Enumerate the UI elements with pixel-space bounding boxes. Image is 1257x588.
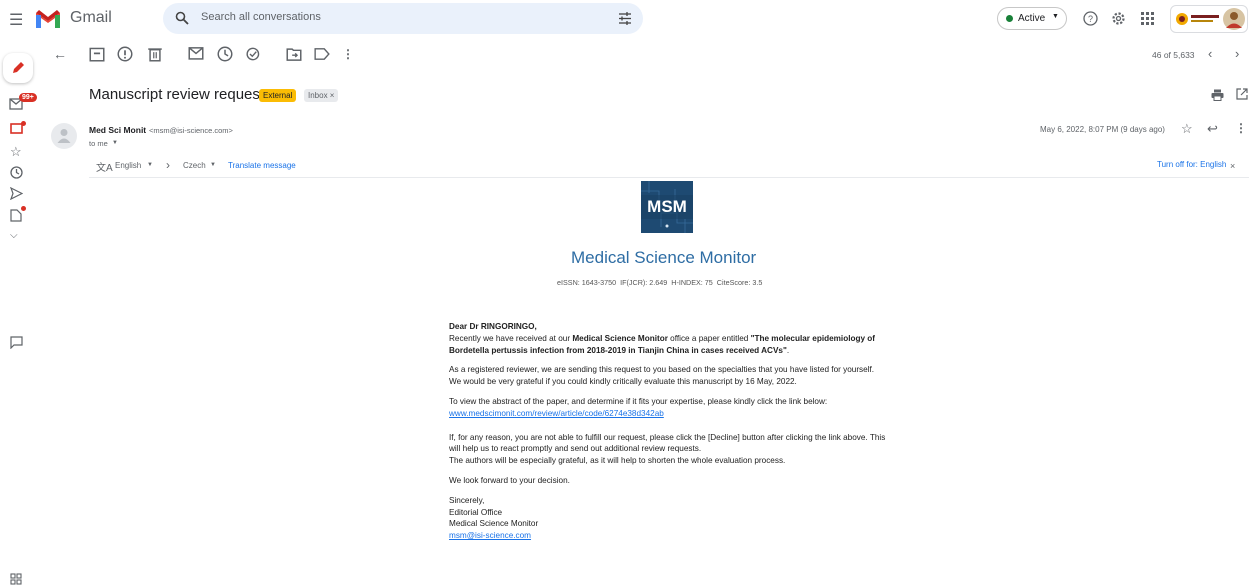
signature-sincerely: Sincerely, bbox=[449, 495, 485, 505]
university-logo-icon bbox=[1176, 13, 1219, 25]
gmail-logo-icon[interactable] bbox=[35, 9, 61, 29]
more-options-icon[interactable]: ⋮ bbox=[340, 46, 356, 62]
paragraph-authors: The authors will be especially grateful,… bbox=[449, 456, 786, 466]
review-article-link[interactable]: www.medscimonit.com/review/article/code/… bbox=[449, 409, 664, 418]
drafts-notification-dot bbox=[21, 206, 26, 211]
settings-gear-icon[interactable] bbox=[1111, 11, 1126, 26]
signature-email-link[interactable]: msm@isi-science.com bbox=[449, 531, 531, 540]
report-spam-icon[interactable] bbox=[117, 46, 133, 62]
from-chevron-down-icon[interactable]: ▼ bbox=[147, 162, 153, 168]
email-subject: Manuscript review request bbox=[89, 86, 265, 103]
drafts-icon[interactable] bbox=[10, 209, 22, 222]
search-icon[interactable] bbox=[175, 11, 189, 25]
app-name: Gmail bbox=[70, 9, 112, 26]
signature-office: Editorial Office bbox=[449, 507, 503, 517]
add-task-icon[interactable] bbox=[246, 46, 262, 62]
paragraph-abstract: To view the abstract of the paper, and d… bbox=[449, 396, 828, 406]
label-inbox[interactable]: Inbox × bbox=[304, 89, 339, 102]
clock-icon[interactable] bbox=[10, 166, 23, 179]
arrow-right-icon: › bbox=[166, 158, 170, 172]
translate-icon: 文A bbox=[96, 163, 113, 174]
top-bar: ☰ Gmail Search all conversations Active … bbox=[0, 0, 1257, 38]
chevron-down-icon: ▼ bbox=[1052, 13, 1059, 20]
print-icon[interactable] bbox=[1211, 89, 1224, 101]
close-translate-icon[interactable]: × bbox=[1230, 161, 1235, 171]
delete-trash-icon[interactable] bbox=[147, 46, 163, 62]
help-icon[interactable]: ? bbox=[1083, 11, 1098, 26]
journal-logo: MSM bbox=[641, 181, 693, 233]
paragraph-closing: We look forward to your decision. bbox=[449, 475, 570, 485]
sender-avatar[interactable] bbox=[51, 123, 77, 149]
turn-off-translate-link[interactable]: Turn off for: English bbox=[1157, 160, 1226, 169]
paragraph-decline: If, for any reason, you are not able to … bbox=[449, 432, 886, 454]
more-chevron-icon[interactable]: ⌵ bbox=[10, 230, 18, 241]
move-to-icon[interactable] bbox=[286, 46, 302, 62]
spaces-chat-icon[interactable] bbox=[10, 336, 23, 349]
search-bar[interactable]: Search all conversations bbox=[163, 3, 643, 34]
to-chevron-down-icon[interactable]: ▼ bbox=[210, 162, 216, 168]
main-menu-icon[interactable]: ☰ bbox=[9, 10, 23, 30]
status-label: Active bbox=[1018, 13, 1046, 24]
compose-button[interactable] bbox=[3, 53, 33, 83]
avatar[interactable] bbox=[1223, 8, 1245, 30]
journal-title: Medical Science Monitor bbox=[571, 248, 757, 267]
status-selector[interactable]: Active ▼ bbox=[997, 7, 1067, 30]
email-body: Dear Dr RINGORINGO, Recently we have rec… bbox=[449, 321, 889, 542]
translate-to-language[interactable]: Czech bbox=[183, 161, 206, 170]
journal-logo-text: MSM bbox=[647, 197, 687, 216]
star-icon[interactable]: ☆ bbox=[10, 144, 22, 160]
person-icon bbox=[57, 129, 71, 143]
translate-from-language[interactable]: English bbox=[115, 161, 141, 170]
email-date: May 6, 2022, 8:07 PM (9 days ago) bbox=[1040, 125, 1165, 134]
back-arrow-icon[interactable]: ← bbox=[52, 46, 68, 62]
recipient-details-chevron-icon[interactable]: ▼ bbox=[112, 140, 118, 146]
account-switcher[interactable] bbox=[1170, 5, 1248, 33]
divider bbox=[89, 177, 1249, 178]
search-options-icon[interactable] bbox=[618, 12, 632, 25]
active-dot-icon bbox=[1006, 15, 1013, 22]
older-chevron-icon[interactable]: › bbox=[1235, 46, 1239, 61]
greeting: Dear Dr RINGORINGO, bbox=[449, 322, 537, 331]
signature-journal: Medical Science Monitor bbox=[449, 519, 539, 529]
sender-name[interactable]: Med Sci Monit bbox=[89, 125, 146, 135]
paragraph-deadline: We would be very grateful if you could k… bbox=[449, 377, 797, 387]
translate-message-link[interactable]: Translate message bbox=[228, 161, 296, 170]
recipient-to: to me bbox=[89, 139, 108, 148]
sender-email: <msm@isi-science.com> bbox=[149, 126, 233, 135]
mark-unread-icon[interactable] bbox=[188, 46, 204, 62]
archive-icon[interactable] bbox=[89, 46, 105, 62]
send-icon[interactable] bbox=[10, 187, 23, 200]
inbox-count-badge: 99+ bbox=[19, 93, 37, 102]
open-new-window-icon[interactable] bbox=[1236, 88, 1248, 100]
label-external[interactable]: External bbox=[259, 89, 297, 102]
star-message-icon[interactable]: ☆ bbox=[1181, 121, 1193, 137]
snooze-clock-icon[interactable] bbox=[217, 46, 233, 62]
chat-notification-dot bbox=[21, 121, 26, 126]
svg-text:?: ? bbox=[1088, 14, 1093, 24]
apps-grid-icon[interactable] bbox=[1141, 12, 1154, 25]
search-input[interactable]: Search all conversations bbox=[201, 11, 321, 23]
message-more-icon[interactable]: ⋮ bbox=[1235, 121, 1247, 135]
paragraph-intro: Recently we have received at our Medical… bbox=[449, 333, 876, 355]
journal-metrics: eISSN: 1643-3750 IF(JCR): 2.649 H-INDEX:… bbox=[557, 278, 763, 287]
label-tag-icon[interactable] bbox=[314, 46, 330, 62]
newer-chevron-icon[interactable]: ‹ bbox=[1208, 46, 1212, 61]
meet-icon[interactable] bbox=[10, 573, 22, 585]
reply-icon[interactable]: ↩ bbox=[1207, 121, 1218, 137]
message-count: 46 of 5,633 bbox=[1152, 50, 1195, 60]
pencil-icon bbox=[13, 62, 24, 73]
paragraph-reviewer: As a registered reviewer, we are sending… bbox=[449, 365, 875, 375]
